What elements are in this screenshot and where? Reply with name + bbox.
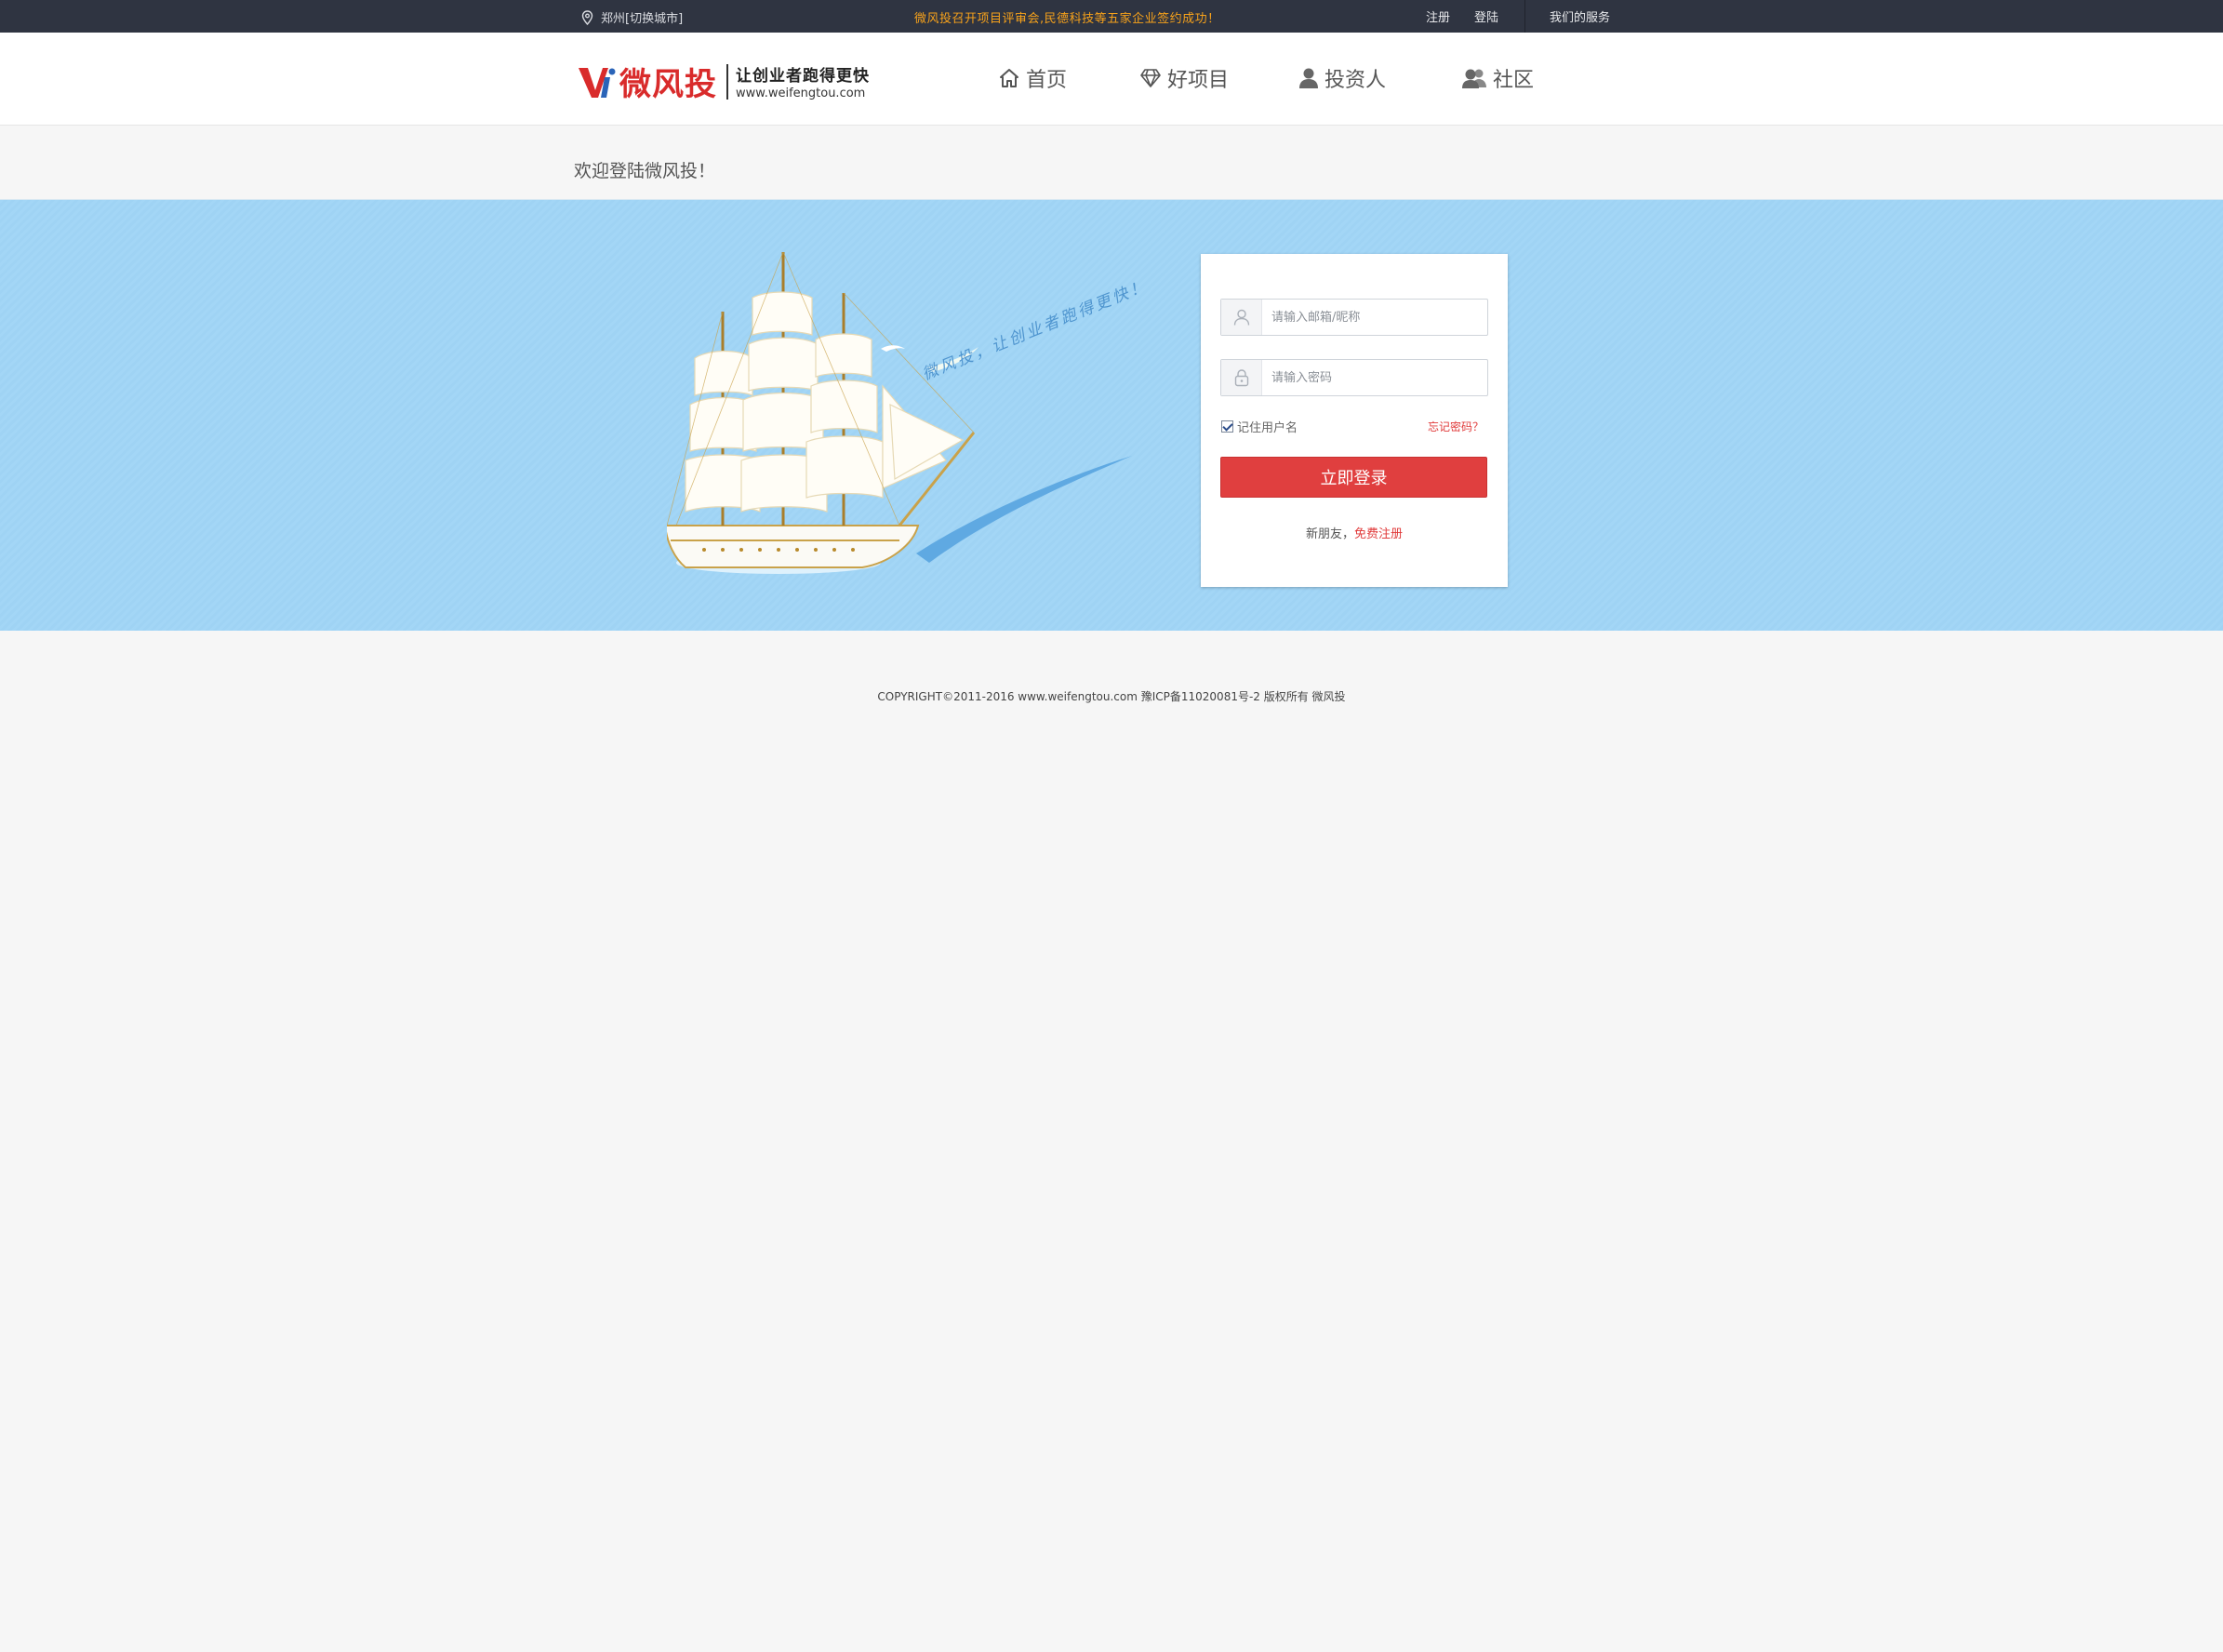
password-field[interactable] xyxy=(1220,359,1488,396)
user-icon xyxy=(1233,309,1249,326)
location-switcher[interactable]: 郑州[切换城市] xyxy=(581,8,683,26)
login-link[interactable]: 登陆 xyxy=(1474,7,1498,25)
announcement-link[interactable]: 微风投召开项目评审会,民德科技等五家企业签约成功！ xyxy=(914,8,1220,26)
location-text: 郑州[切换城市] xyxy=(601,12,684,26)
nav-community[interactable]: 社区 xyxy=(1461,63,1534,93)
brand-website: www.weifengtou.com xyxy=(736,87,866,100)
remember-label: 记住用户名 xyxy=(1237,421,1298,435)
nav-community-label: 社区 xyxy=(1493,69,1535,92)
logo-divider xyxy=(726,63,728,100)
nav-projects[interactable]: 好项目 xyxy=(1139,63,1298,93)
home-icon xyxy=(1000,69,1018,87)
user-icon-wrap xyxy=(1221,300,1262,335)
nav-investors[interactable]: 投资人 xyxy=(1298,63,1461,93)
nav-home[interactable]: 首页 xyxy=(998,63,1139,93)
footer-copyright: COPYRIGHT©2011-2016 www.weifengtou.com 豫… xyxy=(877,690,1346,703)
our-services-link[interactable]: 我们的服务 xyxy=(1550,7,1610,25)
people-icon xyxy=(1462,69,1486,88)
login-button[interactable]: 立即登录 xyxy=(1220,457,1487,498)
register-link[interactable]: 注册 xyxy=(1426,7,1450,25)
site-header: 微风投 让创业者跑得更快 www.weifengtou.com 首页 好项目 投… xyxy=(0,33,2223,126)
welcome-text: 欢迎登陆微风投！ xyxy=(574,161,716,181)
forgot-password-link[interactable]: 忘记密码？ xyxy=(1428,419,1484,434)
remember-checkbox[interactable] xyxy=(1221,420,1233,433)
site-logo[interactable]: 微风投 让创业者跑得更快 www.weifengtou.com xyxy=(577,59,870,104)
topbar-divider xyxy=(1524,0,1525,33)
free-register-link[interactable]: 免费注册 xyxy=(1354,527,1403,541)
brand-name: 微风投 xyxy=(619,66,717,103)
welcome-strip: 欢迎登陆微风投！ xyxy=(0,127,2223,200)
diamond-icon xyxy=(1140,69,1161,87)
location-pin-icon xyxy=(581,9,593,25)
remember-username[interactable]: 记住用户名 xyxy=(1221,418,1298,435)
top-bar: 郑州[切换城市] 微风投召开项目评审会,民德科技等五家企业签约成功！ 注册 登陆… xyxy=(0,0,2223,33)
person-icon xyxy=(1299,68,1318,88)
lock-icon xyxy=(1234,369,1248,387)
nav-home-label: 首页 xyxy=(1026,69,1068,92)
new-friend-text: 新朋友， xyxy=(1305,527,1354,541)
lock-icon-wrap xyxy=(1221,360,1262,395)
nav-projects-label: 好项目 xyxy=(1167,69,1230,92)
login-banner: 微风投，让创业者跑得更快！ xyxy=(0,200,2223,631)
brand-slogan: 让创业者跑得更快 xyxy=(736,67,870,86)
main-nav: 首页 好项目 投资人 社区 xyxy=(998,63,1534,93)
email-field[interactable] xyxy=(1220,299,1488,336)
email-input[interactable] xyxy=(1262,300,1487,334)
login-card: 记住用户名 忘记密码？ 立即登录 新朋友，免费注册 xyxy=(1201,254,1508,587)
logo-v-icon xyxy=(579,67,616,98)
password-input[interactable] xyxy=(1262,361,1487,394)
register-prompt: 新朋友，免费注册 xyxy=(1201,524,1508,541)
nav-investors-label: 投资人 xyxy=(1324,69,1387,92)
